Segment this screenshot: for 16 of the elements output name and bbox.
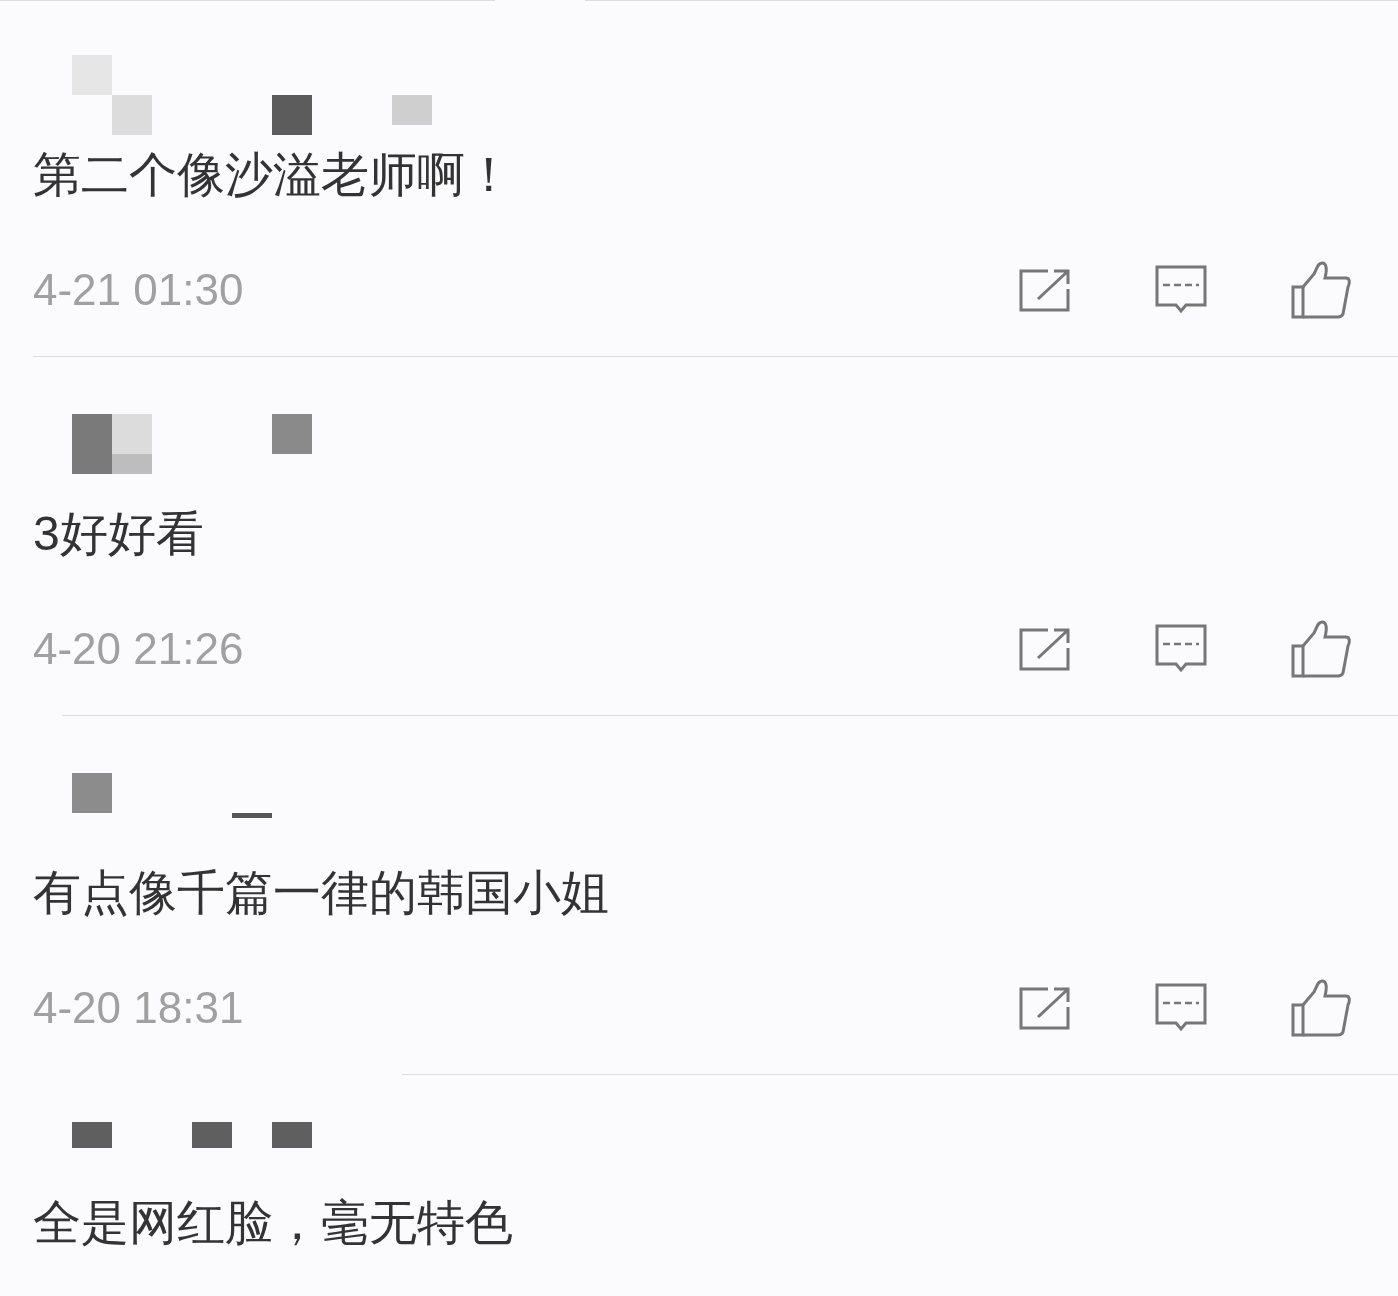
comment-time: 4-20 21:26 [33,623,245,675]
comment-text: 3好好看 [33,506,205,562]
comment-icon[interactable] [1154,982,1208,1034]
thumbs-up-icon[interactable] [1290,978,1352,1038]
share-icon[interactable] [1018,985,1072,1031]
comment-text: 全是网红脸，毫无特色 [33,1195,514,1251]
comment-time: 4-21 01:30 [33,264,245,316]
comment-icon[interactable] [1154,264,1208,316]
comment-icon[interactable] [1154,623,1208,675]
thumbs-up-icon[interactable] [1290,260,1352,320]
share-icon[interactable] [1018,267,1072,313]
comment-text: 第二个像沙溢老师啊！ [33,147,514,203]
comment-time: 4-20 18:31 [33,982,245,1034]
share-icon[interactable] [1018,626,1072,672]
thumbs-up-icon[interactable] [1290,619,1352,679]
comment-text: 有点像千篇一律的韩国小姐 [33,865,610,921]
